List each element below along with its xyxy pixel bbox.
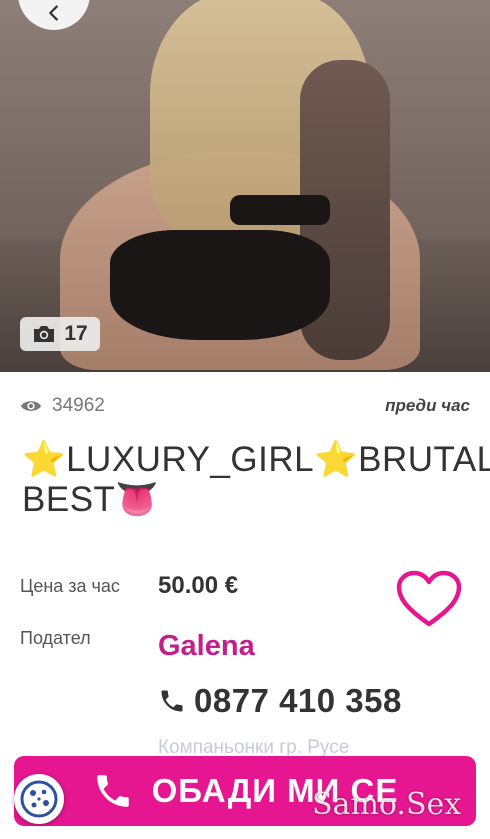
listing-title: ⭐LUXURY_GIRL⭐BRUTAL BEST👅 — [22, 440, 490, 519]
cookie-icon — [20, 780, 58, 818]
cookie-settings-button[interactable] — [14, 774, 64, 824]
phone-icon — [161, 690, 183, 712]
photo-garment-top — [230, 195, 330, 225]
heart-icon[interactable] — [396, 570, 462, 628]
phone-icon — [96, 775, 129, 807]
photo-count: 17 — [64, 322, 88, 345]
eye-icon — [20, 401, 42, 411]
phone-number[interactable]: 0877 410 358 — [158, 682, 402, 720]
phone-text: 0877 410 358 — [194, 682, 402, 719]
price-label: Цена за час — [20, 576, 120, 596]
price-value: 50.00 € — [158, 572, 239, 599]
seller-name[interactable]: Galena — [158, 630, 255, 663]
photo-count-badge[interactable]: 17 — [20, 317, 100, 351]
listing-photo[interactable]: 17 — [0, 0, 490, 372]
view-count: 34962 — [52, 395, 105, 416]
listing-meta: 34962 преди час — [20, 394, 470, 418]
seller-label: Подател — [20, 628, 91, 648]
posted-time: преди час — [385, 396, 470, 415]
photo-garment — [110, 230, 330, 340]
chevron-left-icon — [49, 5, 58, 21]
watermark: Samo.Sex — [312, 787, 462, 822]
camera-icon — [34, 326, 55, 342]
